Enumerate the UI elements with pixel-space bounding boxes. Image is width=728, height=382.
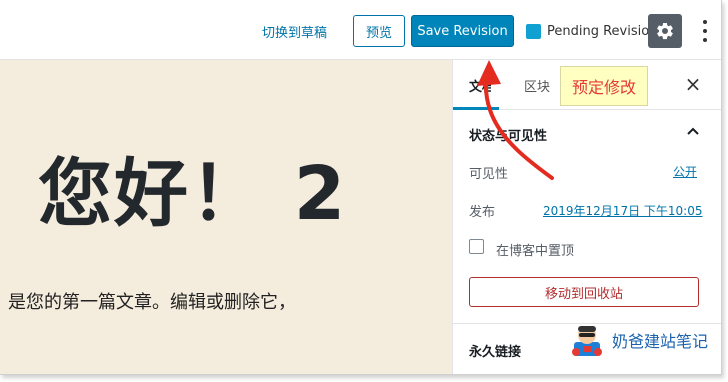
more-options-icon[interactable] bbox=[699, 18, 711, 44]
close-icon[interactable]: × bbox=[683, 72, 703, 96]
visibility-label: 可见性 bbox=[469, 167, 509, 182]
settings-button[interactable] bbox=[648, 14, 682, 48]
sticky-label: 在博客中置顶 bbox=[496, 244, 575, 259]
save-revision-button[interactable]: Save Revision bbox=[411, 15, 514, 47]
pending-revision-toggle[interactable]: Pending Revision bbox=[526, 24, 657, 39]
post-title[interactable]: 您好！ 2 bbox=[38, 134, 347, 241]
pending-revision-checkbox[interactable] bbox=[526, 24, 541, 39]
tab-document[interactable]: 文档 bbox=[469, 76, 491, 95]
mascot-logo bbox=[572, 326, 602, 356]
permalink-heading[interactable]: 永久链接 bbox=[469, 341, 521, 360]
sidebar-tabs: 文档 区块 预定修改 × bbox=[453, 60, 721, 110]
publish-date-link[interactable]: 2019年12月17日 下午10:05 bbox=[543, 202, 702, 219]
preview-button[interactable]: 预览 bbox=[353, 15, 405, 47]
gear-icon bbox=[657, 22, 673, 40]
post-paragraph[interactable]: 是您的第一篇文章。编辑或删除它， bbox=[8, 288, 296, 314]
watermark: 奶爸建站笔记 bbox=[568, 322, 708, 358]
status-visibility-heading[interactable]: 状态与可见性 bbox=[469, 125, 547, 144]
visibility-value-link[interactable]: 公开 bbox=[673, 163, 697, 180]
publish-label: 发布 bbox=[469, 205, 496, 220]
editor-canvas[interactable]: 您好！ 2 是您的第一篇文章。编辑或删除它， bbox=[0, 60, 452, 374]
move-to-trash-button[interactable]: 移动到回收站 bbox=[469, 277, 699, 307]
pending-revision-label: Pending Revision bbox=[547, 24, 658, 39]
watermark-text: 奶爸建站笔记 bbox=[612, 332, 709, 351]
sticky-checkbox[interactable] bbox=[469, 239, 484, 254]
top-toolbar: 切换到草稿 预览 Save Revision Pending Revision bbox=[0, 0, 721, 60]
editor-window: 切换到草稿 预览 Save Revision Pending Revision … bbox=[0, 0, 722, 375]
switch-to-draft-link[interactable]: 切换到草稿 bbox=[262, 22, 327, 41]
annotation-label: 预定修改 bbox=[560, 66, 648, 106]
active-tab-indicator bbox=[453, 107, 499, 110]
chevron-up-icon[interactable] bbox=[687, 126, 699, 138]
tab-block[interactable]: 区块 bbox=[524, 76, 550, 95]
